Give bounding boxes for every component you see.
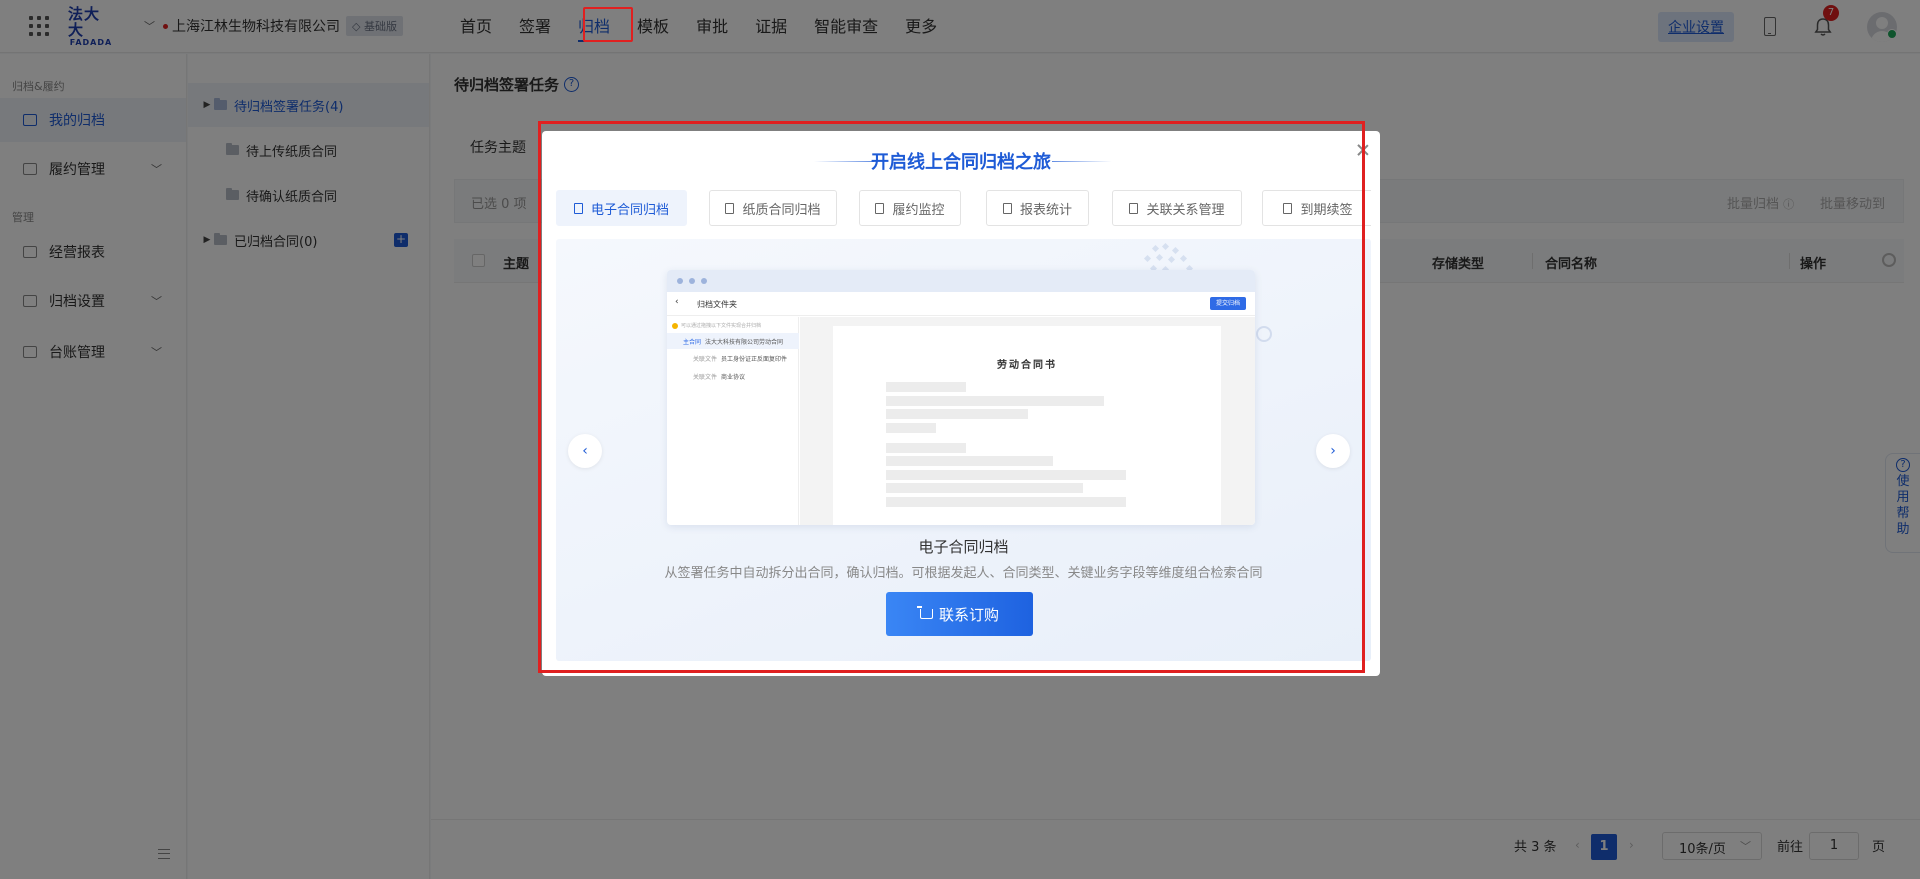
- tab-e-contract-archive[interactable]: 电子合同归档: [556, 190, 687, 226]
- list-item: 关联文件 员工身份证正反面复印件: [693, 355, 788, 363]
- carousel-prev-button[interactable]: ‹: [568, 434, 602, 468]
- relation-icon: [1129, 202, 1139, 214]
- feature-carousel: ‹ › ‹ 归档文件夹 提交归档 可以通过拖拽以下文件实现合并归档 主合同 法大…: [556, 239, 1371, 661]
- chart-icon: [1002, 202, 1012, 214]
- feature-intro-modal: 开启线上合同归档之旅 电子合同归档 纸质合同归档 履约监控 报表统计 关联关系管…: [542, 131, 1380, 676]
- list-item: 关联文件 商业协议: [693, 373, 746, 381]
- feature-title: 电子合同归档: [918, 538, 1009, 556]
- tab-expiry-renewal[interactable]: 到期续签: [1262, 190, 1371, 226]
- paper-icon: [725, 202, 735, 214]
- feature-preview-image: ‹ 归档文件夹 提交归档 可以通过拖拽以下文件实现合并归档 主合同 法大大科技有…: [667, 270, 1255, 525]
- cart-icon: [916, 606, 933, 619]
- warning-icon: [672, 322, 678, 329]
- feature-description: 从签署任务中自动拆分出合同，确认归档。可根据发起人、合同类型、关键业务字段等维度…: [664, 566, 1263, 581]
- folder-clock-icon: [1283, 202, 1293, 214]
- list-item: 主合同 法大大科技有限公司劳动合同: [667, 333, 799, 349]
- carousel-next-button[interactable]: ›: [1316, 434, 1350, 468]
- tab-report-statistics[interactable]: 报表统计: [986, 190, 1089, 226]
- monitor-icon: [875, 202, 885, 214]
- modal-title: 开启线上合同归档之旅: [871, 152, 1051, 173]
- feature-tabs: 电子合同归档 纸质合同归档 履约监控 报表统计 关联关系管理 到期续签: [556, 190, 1371, 227]
- tab-performance-monitoring[interactable]: 履约监控: [859, 190, 961, 226]
- contact-order-button[interactable]: 联系订购: [886, 592, 1033, 636]
- document-icon: [573, 202, 583, 214]
- back-icon: ‹: [675, 297, 679, 307]
- tab-relation-management[interactable]: 关联关系管理: [1112, 190, 1242, 226]
- decorative-ring: [1256, 326, 1272, 342]
- tab-paper-contract-archive[interactable]: 纸质合同归档: [709, 190, 837, 226]
- document-preview: 劳动合同书: [833, 326, 1221, 525]
